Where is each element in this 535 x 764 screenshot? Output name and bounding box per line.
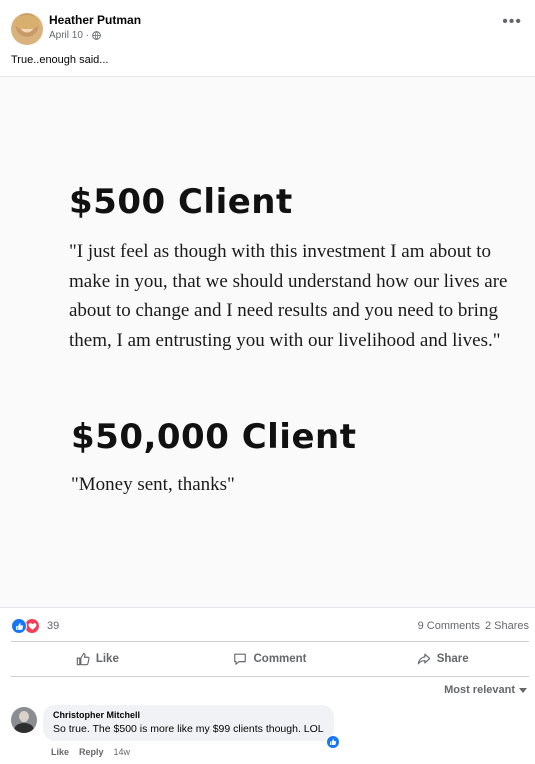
- comment-button[interactable]: Comment: [184, 645, 357, 673]
- post-header: Heather Putman April 10 · •••: [0, 0, 535, 48]
- comment-time[interactable]: 14w: [114, 747, 131, 757]
- image-quote-2: "Money sent, thanks": [71, 474, 235, 495]
- caret-down-icon: [519, 687, 527, 693]
- comment-label: Comment: [253, 653, 307, 665]
- comment-like-button[interactable]: Like: [51, 747, 69, 757]
- reactions-bar: 39 9 Comments 2 Shares: [0, 612, 535, 640]
- post-meta: April 10 ·: [49, 30, 101, 41]
- image-quote-1: "I just feel as though with this investm…: [69, 241, 508, 351]
- share-button[interactable]: Share: [356, 645, 529, 673]
- commenter-name[interactable]: Christopher Mitchell: [53, 710, 324, 720]
- more-horizontal-icon[interactable]: •••: [502, 14, 522, 30]
- share-icon: [417, 653, 430, 665]
- comments-shares: 9 Comments 2 Shares: [418, 620, 529, 632]
- comment-bubble: Christopher Mitchell So true. The $500 i…: [43, 705, 340, 749]
- post-caption: True..enough said...: [11, 54, 109, 66]
- image-heading-2: $50,000 Client: [71, 417, 357, 457]
- reaction-icons[interactable]: [11, 618, 40, 634]
- author-avatar[interactable]: [11, 13, 43, 45]
- comment-reply-button[interactable]: Reply: [79, 747, 104, 757]
- post-image[interactable]: $500 Client "I just feel as though with …: [0, 76, 535, 608]
- reaction-count[interactable]: 39: [47, 620, 59, 632]
- author-name[interactable]: Heather Putman: [49, 13, 141, 27]
- sort-dropdown[interactable]: Most relevant: [444, 684, 527, 696]
- like-icon: [11, 618, 27, 634]
- post-date[interactable]: April 10 ·: [49, 30, 89, 41]
- comment-icon: [234, 653, 247, 665]
- comment-text: So true. The $500 is more like my $99 cl…: [53, 723, 324, 735]
- shares-count[interactable]: 2 Shares: [485, 620, 529, 632]
- comments-count[interactable]: 9 Comments: [418, 620, 480, 632]
- thumbs-up-icon: [76, 652, 90, 666]
- divider: [11, 641, 529, 642]
- like-icon[interactable]: [325, 735, 340, 749]
- image-heading-1: $500 Client: [69, 182, 293, 222]
- sort-label: Most relevant: [444, 684, 515, 696]
- globe-icon: [92, 31, 101, 40]
- action-bar: Like Comment Share: [11, 645, 529, 673]
- like-label: Like: [95, 653, 119, 665]
- like-button[interactable]: Like: [11, 645, 184, 673]
- comment-actions: Like Reply 14w: [51, 747, 130, 757]
- divider: [11, 676, 529, 677]
- commenter-avatar[interactable]: [11, 707, 37, 733]
- share-label: Share: [436, 653, 469, 665]
